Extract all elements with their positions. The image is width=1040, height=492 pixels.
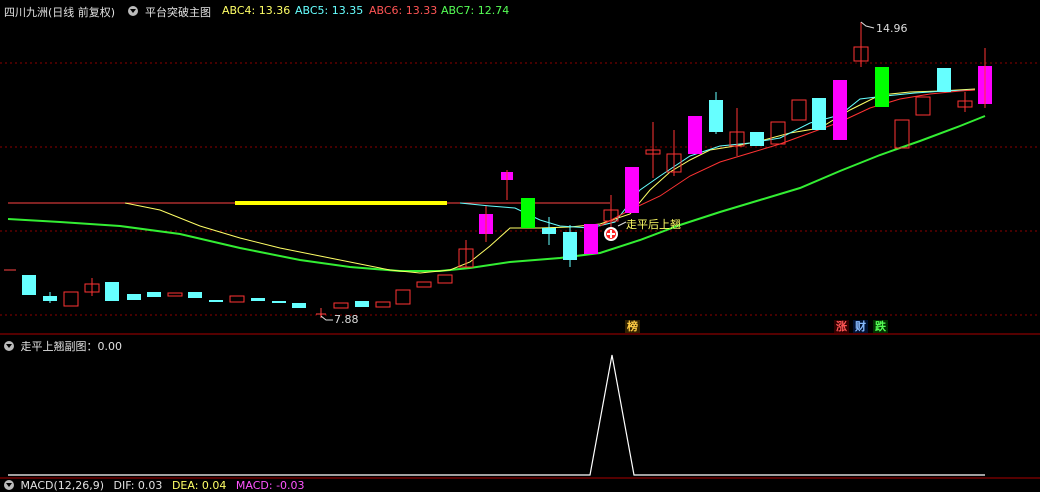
buy-signal-icon[interactable] bbox=[604, 227, 618, 241]
signal-pointer bbox=[617, 221, 627, 227]
subchart-header: 走平上翘副图：0.00 bbox=[4, 338, 122, 354]
abc6-line bbox=[599, 89, 976, 227]
abc4-line bbox=[124, 88, 976, 274]
low-marker bbox=[320, 315, 333, 321]
tag-die[interactable]: 跌 bbox=[873, 320, 888, 333]
kline-chart[interactable] bbox=[0, 0, 1040, 486]
high-marker bbox=[860, 21, 875, 29]
subchart-spike-line bbox=[8, 354, 985, 476]
subchart-title[interactable]: 走平上翘副图：0.00 bbox=[21, 340, 123, 353]
subchart-dropdown-icon[interactable] bbox=[4, 341, 14, 351]
high-price-label: 14.96 bbox=[876, 22, 908, 35]
low-price-label: 7.88 bbox=[334, 313, 359, 326]
macd-dropdown-icon[interactable] bbox=[4, 480, 14, 490]
signal-label: 走平后上翘 bbox=[626, 218, 681, 231]
tag-bang[interactable]: 榜 bbox=[625, 320, 640, 333]
tag-cai[interactable]: 财 bbox=[853, 320, 868, 333]
tag-zhang[interactable]: 涨 bbox=[834, 320, 849, 333]
